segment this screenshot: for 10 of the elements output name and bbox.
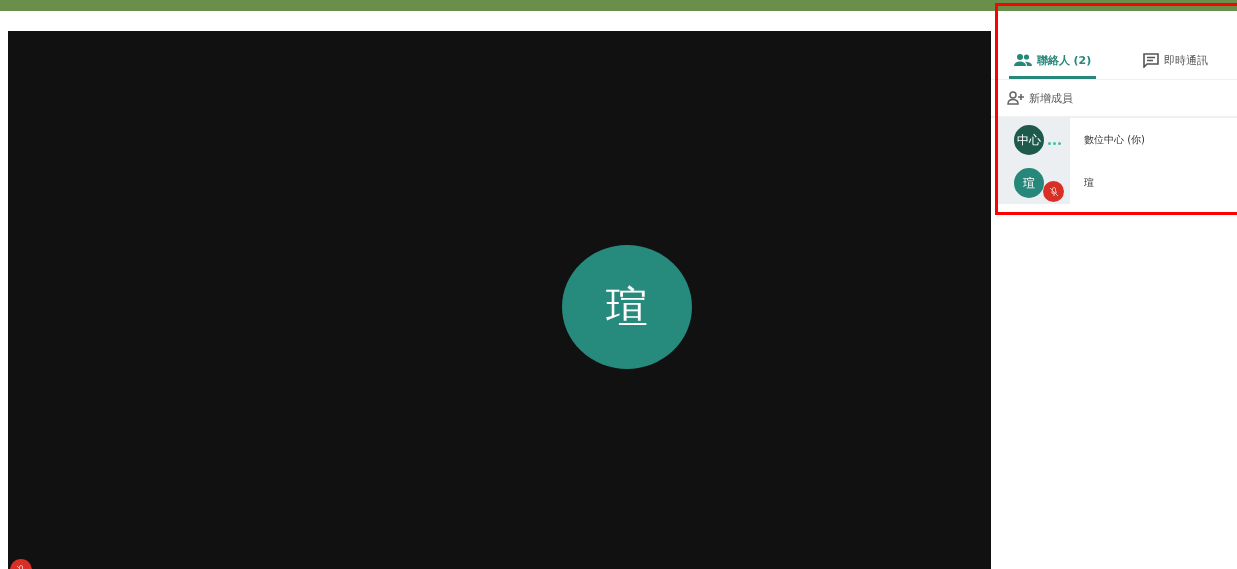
tab[interactable]: 即時通訊 bbox=[1114, 41, 1237, 79]
chat-icon bbox=[1143, 52, 1159, 68]
participant-avatar: 中心 bbox=[1014, 125, 1044, 155]
participant-avatar: 瑄 bbox=[1014, 168, 1044, 198]
participant-name: 數位中心 (你) bbox=[1084, 132, 1145, 147]
participant-name: 瑄 bbox=[1084, 175, 1094, 190]
people-icon bbox=[1013, 54, 1032, 66]
add-person-icon bbox=[1007, 91, 1025, 105]
tab[interactable]: 聯絡人 (2) bbox=[991, 41, 1114, 79]
participant-avatar: 瑄 bbox=[562, 245, 692, 369]
